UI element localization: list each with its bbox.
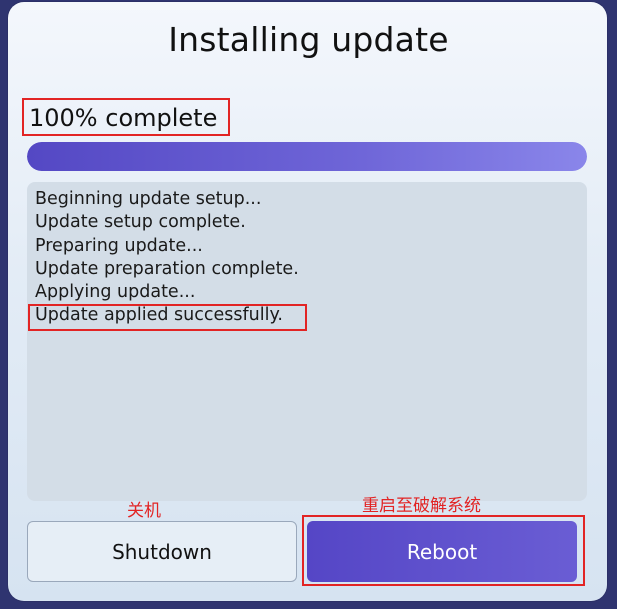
screen-background: Installing update 100% complete Beginnin… [0,0,617,609]
log-line: Update preparation complete. [35,258,299,279]
log-line: Applying update... [35,282,196,303]
log-line: Update setup complete. [35,212,246,233]
reboot-button-highlight [302,515,585,586]
progress-bar [27,142,587,171]
progress-bar-fill [27,142,587,171]
log-line: Beginning update setup... [35,189,262,209]
reboot-annotation: 重启至破解系统 [362,496,481,516]
log-line: Preparing update... [35,235,203,256]
shutdown-annotation: 关机 [127,501,161,521]
log-success-highlight [28,304,307,331]
progress-label-highlight [22,98,230,136]
dialog-title: Installing update [168,20,449,59]
shutdown-button[interactable]: Shutdown [27,521,297,582]
update-log: Beginning update setup... Update setup c… [27,182,587,501]
